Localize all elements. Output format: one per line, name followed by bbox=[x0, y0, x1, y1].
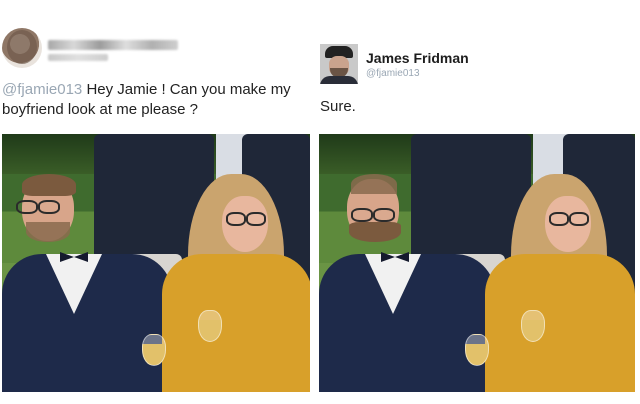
reply-tweet: James Fridman @fjamie013 Sure. bbox=[316, 0, 640, 404]
mention-link[interactable]: @fjamie013 bbox=[2, 81, 82, 98]
tweet-text: @fjamie013 Hey Jamie ! Can you make my b… bbox=[2, 80, 310, 120]
reply-text: Sure. bbox=[320, 98, 356, 115]
james-fridman-avatar[interactable] bbox=[320, 44, 358, 84]
edited-photo[interactable] bbox=[319, 134, 635, 392]
redacted-handle bbox=[48, 54, 108, 61]
original-photo[interactable] bbox=[2, 134, 310, 392]
user-avatar[interactable] bbox=[2, 28, 42, 68]
request-tweet: @fjamie013 Hey Jamie ! Can you make my b… bbox=[0, 0, 316, 404]
user-handle[interactable]: @fjamie013 bbox=[366, 68, 420, 79]
redacted-display-name bbox=[48, 40, 178, 50]
display-name[interactable]: James Fridman bbox=[366, 50, 469, 66]
